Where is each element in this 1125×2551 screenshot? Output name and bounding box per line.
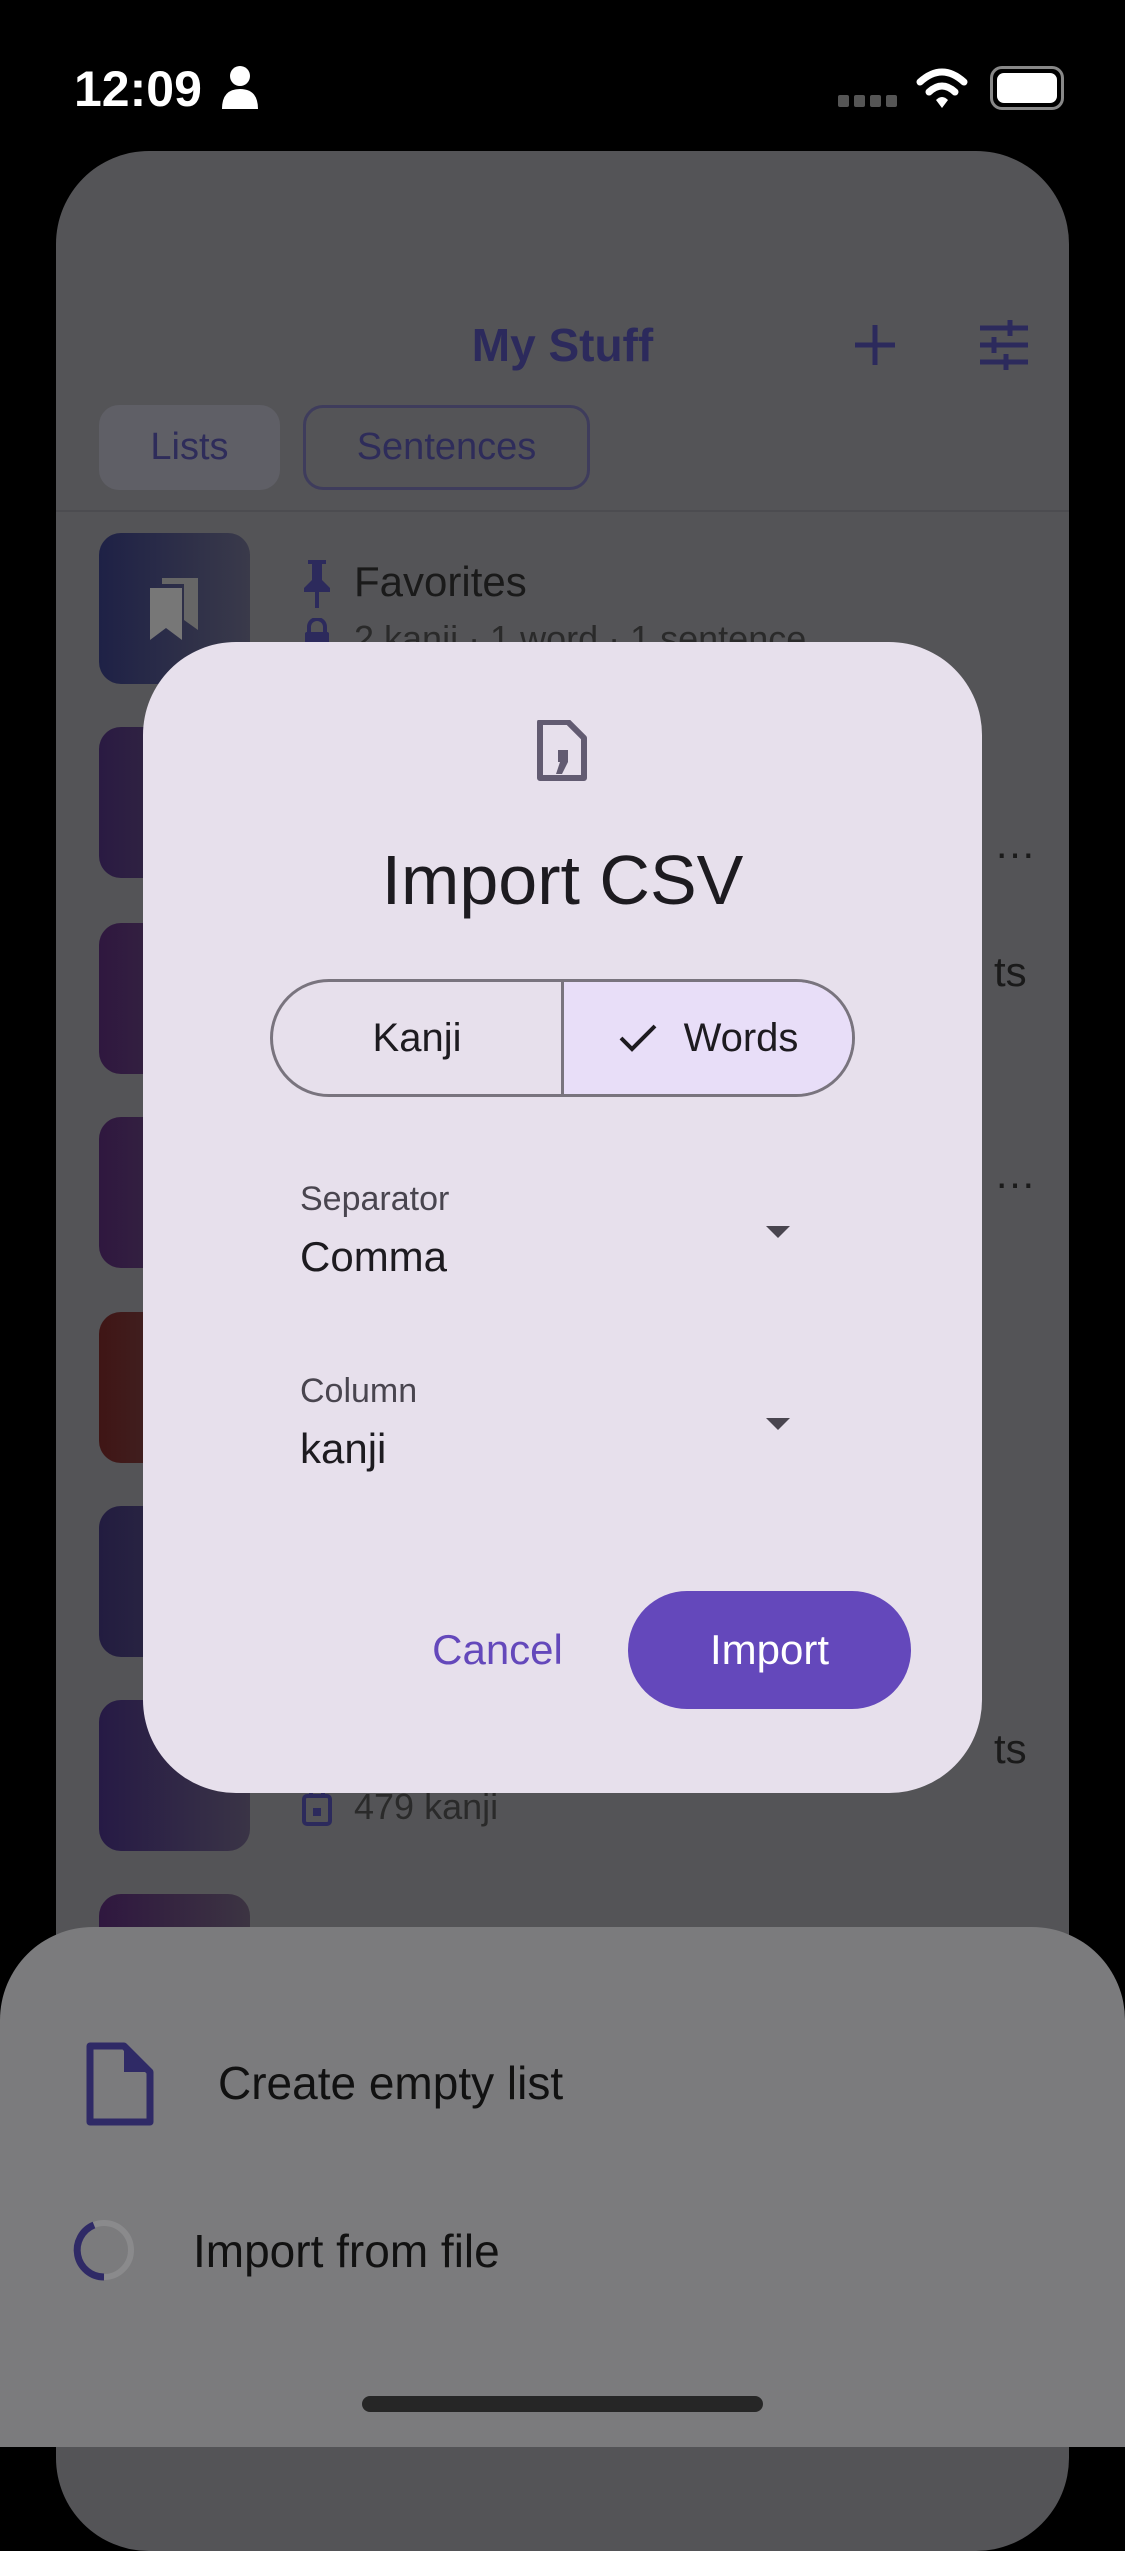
- csv-file-icon: [537, 720, 587, 781]
- page-title: My Stuff: [471, 319, 654, 371]
- separator-label: Separator: [300, 1180, 450, 1218]
- wifi-icon: [916, 68, 968, 108]
- type-segmented-button: Kanji Words: [270, 979, 855, 1097]
- divider: [56, 510, 1069, 512]
- file-icon: [86, 2042, 154, 2126]
- home-indicator: [362, 2396, 763, 2412]
- list-item-title-partial: ts: [994, 1725, 1027, 1772]
- import-from-file-label[interactable]: Import from file: [193, 2224, 500, 2278]
- person-icon: [222, 66, 258, 109]
- dropdown-arrow-icon[interactable]: [766, 1418, 790, 1430]
- import-button[interactable]: Import: [628, 1591, 911, 1709]
- battery-icon: [990, 66, 1064, 110]
- plus-icon[interactable]: [853, 323, 897, 367]
- pin-icon: [304, 560, 330, 608]
- tab-lists[interactable]: Lists: [99, 405, 280, 490]
- column-label: Column: [300, 1372, 418, 1410]
- separator-value[interactable]: Comma: [300, 1233, 447, 1281]
- signal-dots-icon: [838, 95, 897, 107]
- bottom-sheet: [0, 1927, 1125, 2447]
- calendar-icon: [302, 1790, 332, 1826]
- check-icon: [619, 1024, 656, 1052]
- dropdown-arrow-icon[interactable]: [766, 1226, 790, 1238]
- tab-sentences[interactable]: Sentences: [303, 405, 590, 490]
- sliders-icon[interactable]: [978, 320, 1028, 370]
- loading-spinner-icon: [73, 2220, 134, 2281]
- bookmark-stack-icon: [150, 578, 198, 640]
- dialog-title: Import CSV: [381, 841, 744, 919]
- segment-label: Words: [683, 1015, 799, 1060]
- segment-label: Kanji: [372, 1015, 462, 1060]
- create-empty-list-label[interactable]: Create empty list: [218, 2056, 563, 2110]
- segment-kanji[interactable]: Kanji: [273, 982, 561, 1094]
- status-time: 12:09: [74, 61, 202, 117]
- list-item-title-partial: …: [994, 1150, 1036, 1197]
- list-item-title[interactable]: Favorites: [354, 558, 527, 606]
- segment-words[interactable]: Words: [561, 982, 852, 1094]
- list-item-title-partial: …: [994, 820, 1036, 867]
- list-item-title-partial: ts: [994, 948, 1027, 995]
- column-value[interactable]: kanji: [300, 1425, 386, 1473]
- cancel-button[interactable]: Cancel: [410, 1600, 585, 1700]
- import-from-file-item[interactable]: [0, 2195, 1125, 2305]
